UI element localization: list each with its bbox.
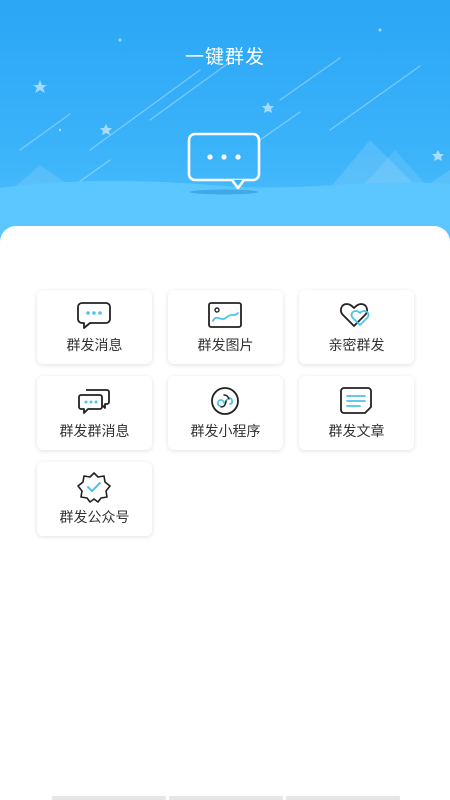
broadcast-official-account-button[interactable]: 群发公众号	[37, 462, 152, 536]
broadcast-article-button[interactable]: 群发文章	[299, 376, 414, 450]
bottom-indicator-segment	[52, 796, 166, 800]
broadcast-mini-program-label: 群发小程序	[190, 424, 261, 440]
bottom-indicator-segment	[286, 796, 400, 800]
mini-program-icon	[211, 387, 239, 415]
official-account-icon	[77, 472, 111, 503]
bottom-nav-indicator	[52, 796, 400, 800]
page-title: 一键群发	[184, 46, 265, 68]
hearts-icon	[340, 303, 370, 327]
broadcast-group-message-label: 群发群消息	[59, 424, 130, 440]
broadcast-mini-program-button[interactable]: 群发小程序	[168, 376, 283, 450]
feature-panel: 群发消息 群发图片 亲密群发 群发群消息 群发小程序 群发文章 群发公众号	[0, 226, 450, 800]
chat-bubble-icon	[77, 302, 111, 329]
broadcast-message-label: 群发消息	[66, 338, 123, 354]
broadcast-article-label: 群发文章	[328, 424, 385, 440]
broadcast-image-label: 群发图片	[197, 338, 254, 354]
page: 一键群发 群发消息 群发图片 亲密群发 群发群消息 群发小程序 群发文章 群发公…	[0, 0, 450, 800]
broadcast-official-account-label: 群发公众号	[59, 510, 130, 526]
broadcast-image-button[interactable]: 群发图片	[168, 290, 283, 364]
chat-bubble-ellipsis-icon	[187, 132, 261, 195]
bottom-indicator-segment	[169, 796, 283, 800]
broadcast-group-message-button[interactable]: 群发群消息	[37, 376, 152, 450]
intimate-broadcast-button[interactable]: 亲密群发	[299, 290, 414, 364]
broadcast-message-button[interactable]: 群发消息	[37, 290, 152, 364]
intimate-broadcast-label: 亲密群发	[328, 338, 385, 354]
image-icon	[208, 302, 242, 328]
article-icon	[340, 387, 372, 414]
group-chat-icon	[78, 389, 110, 414]
